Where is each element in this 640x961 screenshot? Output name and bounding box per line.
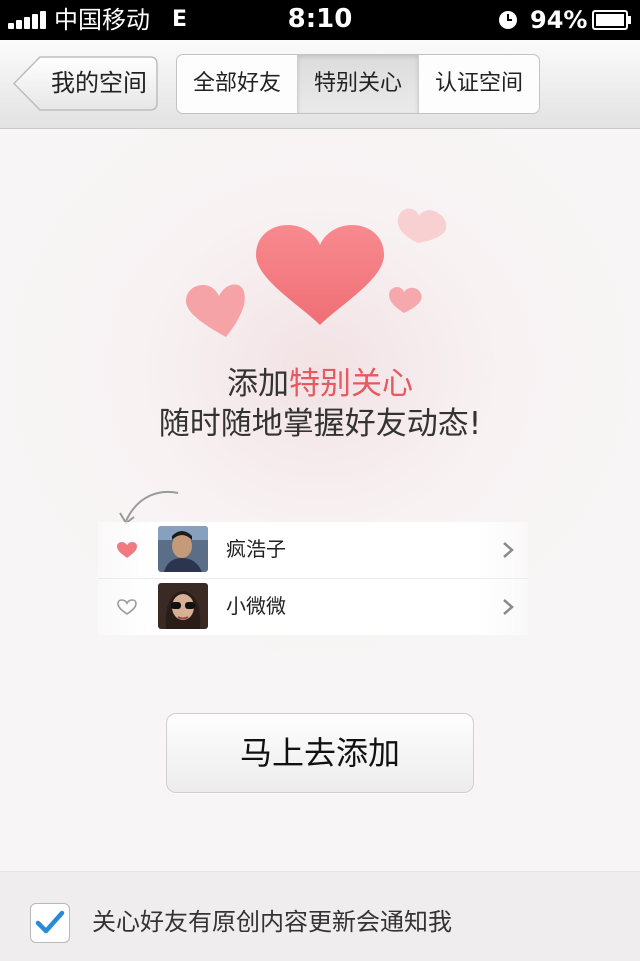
chevron-right-icon xyxy=(503,599,514,615)
back-button[interactable]: 我的空间 xyxy=(12,55,158,112)
sample-friend-list: 疯浩子 小微微 xyxy=(98,522,528,635)
status-bar: 中国移动 E 8:10 94% xyxy=(0,0,640,40)
clock-icon xyxy=(499,11,517,29)
friend-name: 小微微 xyxy=(226,594,286,618)
small-heart-icon xyxy=(389,287,422,313)
avatar xyxy=(158,583,208,629)
tab-special-care[interactable]: 特别关心 xyxy=(298,55,419,113)
back-button-label: 我的空间 xyxy=(51,69,147,97)
big-heart-icon xyxy=(256,225,384,325)
promo-subline: 随时随地掌握好友动态! xyxy=(158,406,482,442)
chevron-right-icon xyxy=(503,542,514,558)
tab-all-friends[interactable]: 全部好友 xyxy=(177,55,298,113)
battery-icon xyxy=(592,10,631,30)
promo-headline: 添加特别关心 xyxy=(0,364,640,404)
checkmark-icon xyxy=(35,910,65,934)
tab-verified-space[interactable]: 认证空间 xyxy=(419,55,539,113)
small-heart-icon xyxy=(397,208,447,243)
avatar xyxy=(158,526,208,572)
small-heart-icon xyxy=(186,284,245,337)
add-now-button[interactable]: 马上去添加 xyxy=(166,713,474,793)
heart-outline-icon xyxy=(117,599,137,615)
list-item[interactable]: 疯浩子 xyxy=(98,522,528,579)
heart-filled-icon xyxy=(117,542,137,558)
headline-highlight: 特别关心 xyxy=(289,366,413,402)
footer-bar: 关心好友有原创内容更新会通知我 xyxy=(0,871,640,961)
add-now-button-label: 马上去添加 xyxy=(239,734,400,772)
notify-label: 关心好友有原创内容更新会通知我 xyxy=(92,908,452,936)
friend-name: 疯浩子 xyxy=(226,537,286,561)
hearts-illustration xyxy=(186,208,447,337)
notify-checkbox[interactable] xyxy=(30,903,70,943)
special-care-empty-state: 添加特别关心 随时随地掌握好友动态! 疯浩子 小微微 马上去添加 xyxy=(0,129,640,871)
list-item[interactable]: 小微微 xyxy=(98,579,528,635)
battery-percent: 94% xyxy=(530,6,588,34)
segmented-tabs: 全部好友 特别关心 认证空间 xyxy=(176,54,540,114)
nav-bar: 我的空间 全部好友 特别关心 认证空间 xyxy=(0,40,640,129)
headline-prefix: 添加 xyxy=(227,366,289,402)
